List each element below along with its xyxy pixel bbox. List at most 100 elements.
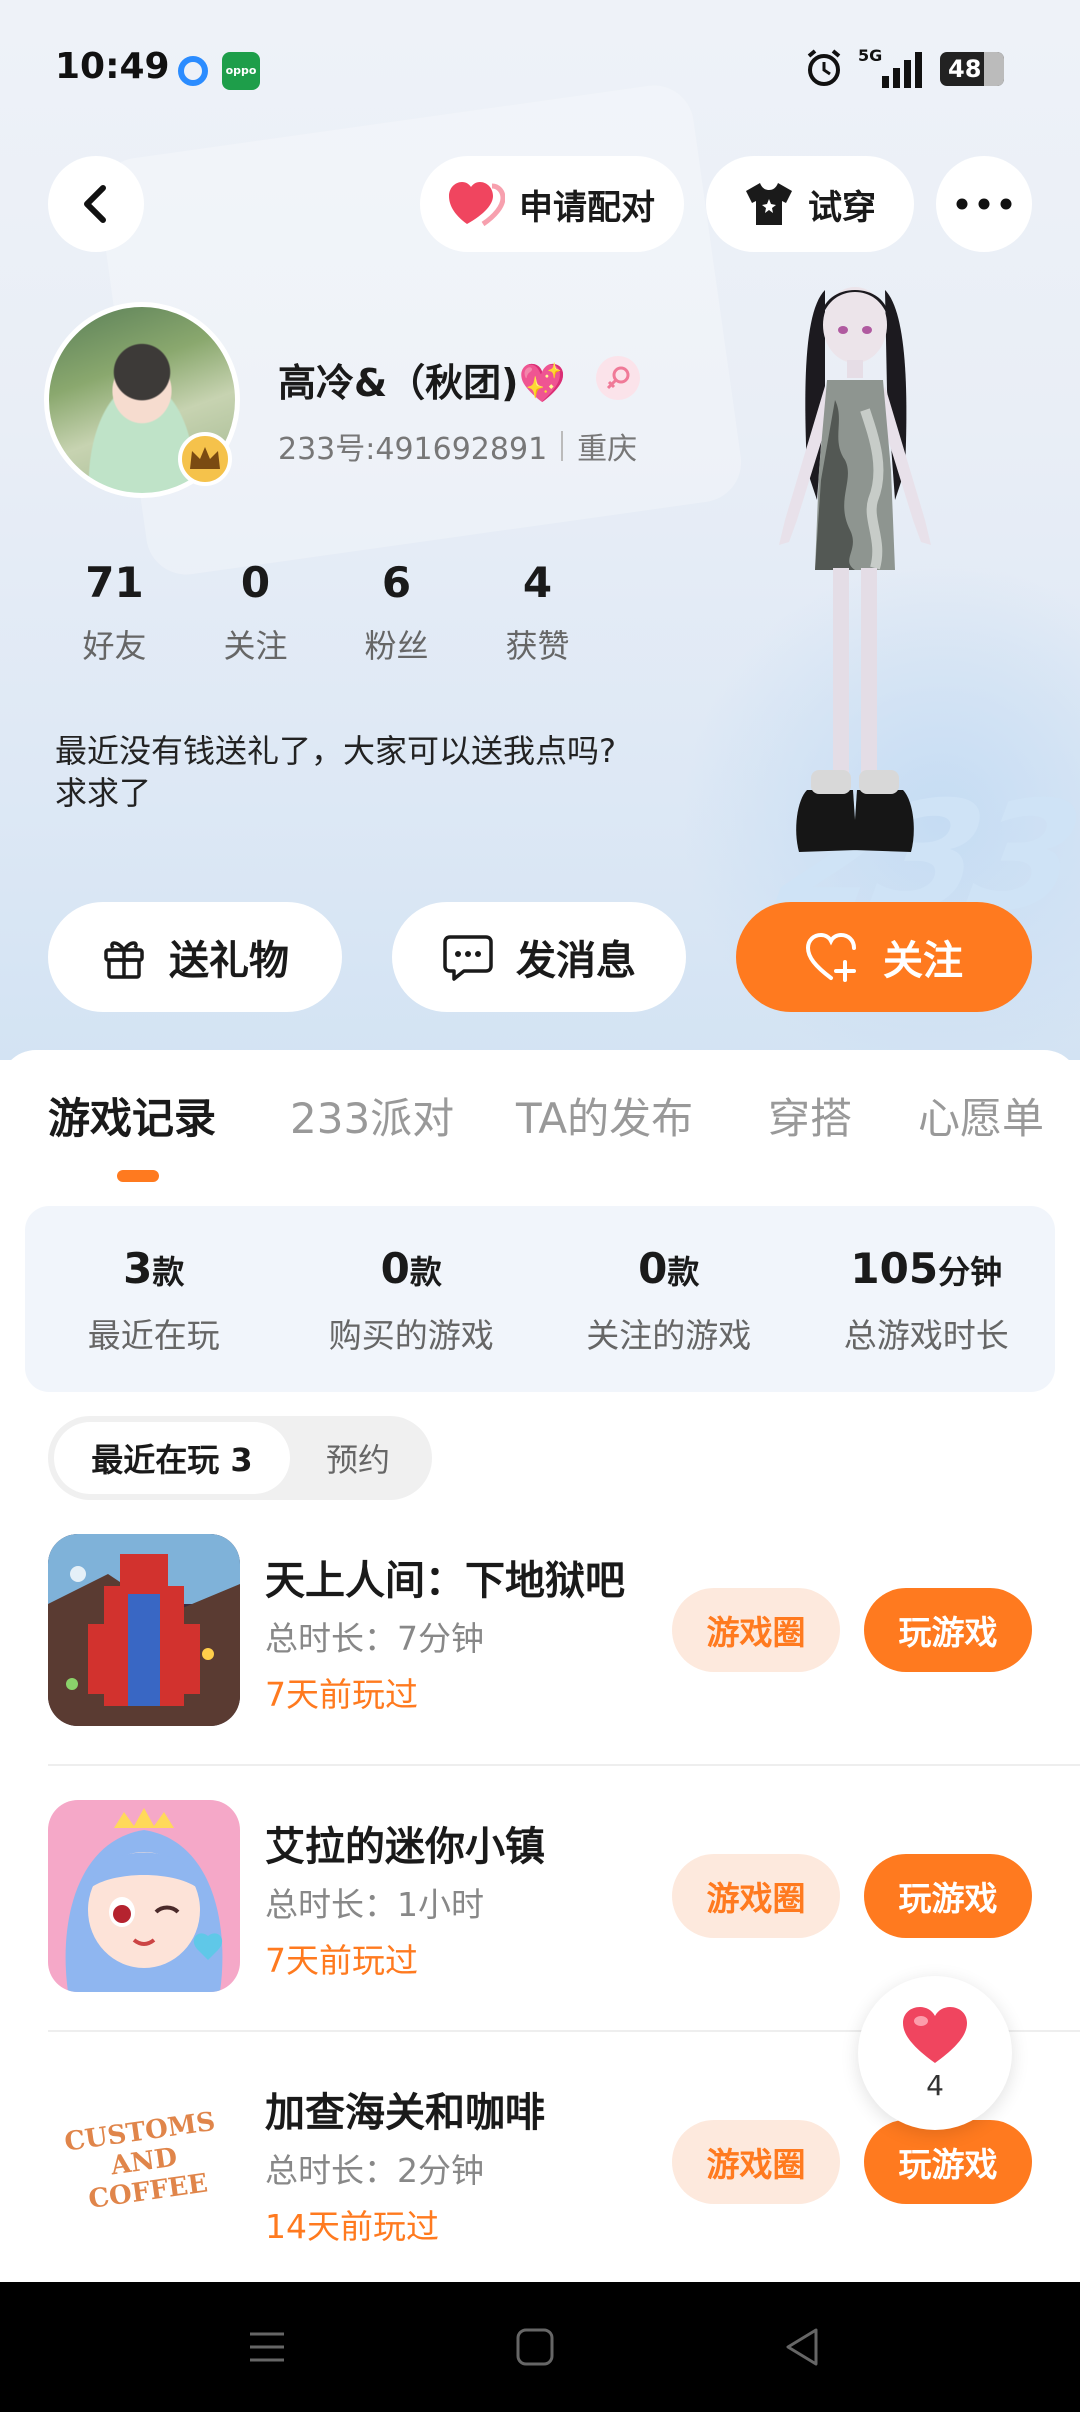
notification-app-icon — [178, 56, 208, 86]
battery-level: 48 — [948, 55, 982, 83]
menu-icon[interactable] — [244, 2324, 290, 2370]
tab-outfits[interactable]: 穿搭 — [768, 1085, 852, 1146]
uid-location-line: 233号:491692891 重庆 — [278, 424, 637, 468]
summary-value: 0 — [380, 1244, 410, 1293]
summary-label: 最近在玩 — [87, 1316, 220, 1355]
stat-following[interactable]: 0 关注 — [185, 558, 326, 667]
apply-pair-label: 申请配对 — [519, 187, 655, 228]
game-total-time: 总时长：1小时 — [265, 1885, 484, 1924]
status-bar: 10:49 oppo 5G 48 — [0, 0, 1080, 140]
summary-unit: 分钟 — [938, 1253, 1003, 1291]
send-gift-button[interactable]: 送礼物 — [48, 902, 342, 1012]
apply-pair-button[interactable]: 申请配对 — [420, 156, 684, 252]
stat-friends[interactable]: 71 好友 — [44, 558, 185, 667]
tab-game-records[interactable]: 游戏记录 — [48, 1085, 216, 1146]
game-subtabs: 最近在玩 3 预约 — [48, 1416, 432, 1500]
chat-bubble-icon — [443, 935, 493, 981]
summary-followed[interactable]: 0款 关注的游戏 — [540, 1206, 798, 1392]
tab-233-party[interactable]: 233派对 — [290, 1085, 454, 1146]
try-on-label: 试穿 — [808, 187, 876, 228]
game-name: 天上人间：下地狱吧 — [265, 1558, 625, 1604]
like-count: 4 — [926, 2068, 944, 2102]
game-last-played: 7天前玩过 — [265, 1675, 418, 1714]
username: 高冷&（秋团)💖 — [278, 361, 566, 405]
game-total-time: 总时长：7分钟 — [265, 1619, 484, 1658]
subtab-reserve[interactable]: 预约 — [290, 1422, 426, 1494]
send-message-label: 发消息 — [516, 938, 636, 984]
back-arrow-icon — [84, 185, 106, 223]
stat-likes[interactable]: 4 获赞 — [467, 558, 608, 667]
game-circle-button[interactable]: 游戏圈 — [672, 1854, 840, 1938]
divider — [48, 1764, 1080, 1766]
bio-line: 求求了 — [55, 774, 152, 812]
avatar-character-figure[interactable] — [745, 270, 965, 890]
stat-value: 6 — [381, 558, 412, 607]
summary-value: 105 — [850, 1244, 939, 1293]
list-item[interactable]: 天上人间：下地狱吧 总时长：7分钟 7天前玩过 游戏圈 玩游戏 — [0, 1534, 1080, 1798]
summary-unit: 款 — [667, 1253, 700, 1291]
user-id: 233号:491692891 — [278, 432, 548, 467]
tab-wishlist[interactable]: 心愿单 — [918, 1085, 1044, 1146]
game-last-played: 7天前玩过 — [265, 1941, 418, 1980]
stat-value: 71 — [85, 558, 144, 607]
play-game-button[interactable]: 玩游戏 — [864, 1854, 1032, 1938]
game-icon-customs-coffee: CUSTOMS AND COFFEE — [48, 2066, 240, 2258]
stat-label: 粉丝 — [364, 627, 429, 665]
tshirt-icon — [746, 183, 792, 225]
stat-label: 好友 — [82, 627, 147, 665]
status-time: 10:49 — [55, 46, 170, 87]
stat-value: 4 — [522, 558, 553, 607]
play-game-button[interactable]: 玩游戏 — [864, 1588, 1032, 1672]
stat-label: 获赞 — [505, 627, 570, 665]
game-name: 加查海关和咖啡 — [265, 2090, 545, 2136]
alarm-icon — [807, 49, 841, 86]
bio-line: 最近没有钱送礼了，大家可以送我点吗? — [55, 732, 616, 770]
summary-label: 总游戏时长 — [843, 1316, 1009, 1355]
summary-label: 关注的游戏 — [586, 1316, 752, 1355]
double-heart-icon — [449, 182, 505, 227]
summary-value: 0 — [638, 1244, 668, 1293]
floating-like-button[interactable]: 4 — [858, 1976, 1012, 2130]
heart-icon — [903, 2006, 967, 2063]
game-icon-logo-text: CUSTOMS AND COFFEE — [62, 2106, 218, 2215]
stat-value: 0 — [240, 558, 271, 607]
crown-icon — [178, 432, 232, 486]
game-circle-button[interactable]: 游戏圈 — [672, 2120, 840, 2204]
game-total-time: 总时长：2分钟 — [265, 2151, 484, 2190]
summary-unit: 款 — [409, 1253, 442, 1291]
back-triangle-icon[interactable] — [780, 2324, 826, 2370]
game-name: 艾拉的迷你小镇 — [265, 1824, 545, 1870]
tab-ta-posts[interactable]: TA的发布 — [516, 1085, 693, 1146]
system-navigation-bar — [0, 2282, 1080, 2412]
follow-button[interactable]: 关注 — [736, 902, 1032, 1012]
summary-total-time[interactable]: 105分钟 总游戏时长 — [798, 1206, 1056, 1392]
game-icon-heaven-hell — [48, 1534, 240, 1726]
game-circle-button[interactable]: 游戏圈 — [672, 1588, 840, 1672]
active-tab-indicator — [117, 1170, 159, 1182]
summary-recent[interactable]: 3款 最近在玩 — [25, 1206, 283, 1392]
signal-icon — [882, 52, 922, 88]
gift-icon — [104, 941, 144, 979]
play-game-button[interactable]: 玩游戏 — [864, 2120, 1032, 2204]
stat-label: 关注 — [223, 627, 288, 665]
battery-icon: 48 — [940, 52, 1004, 86]
summary-label: 购买的游戏 — [328, 1316, 494, 1355]
try-on-button[interactable]: 试穿 — [706, 156, 914, 252]
game-icon-ella-town — [48, 1800, 240, 1992]
subtab-recent[interactable]: 最近在玩 3 — [54, 1422, 290, 1494]
more-button[interactable] — [936, 156, 1032, 252]
profile-stats: 71 好友 0 关注 6 粉丝 4 获赞 — [44, 558, 608, 667]
network-type: 5G — [858, 46, 883, 65]
game-last-played: 14天前玩过 — [265, 2207, 439, 2246]
oppo-app-icon: oppo — [222, 52, 260, 90]
summary-purchased[interactable]: 0款 购买的游戏 — [283, 1206, 541, 1392]
game-summary: 3款 最近在玩 0款 购买的游戏 0款 关注的游戏 105分钟 总游戏时长 — [25, 1206, 1055, 1392]
female-gender-icon — [596, 356, 640, 400]
summary-value: 3 — [123, 1244, 153, 1293]
send-message-button[interactable]: 发消息 — [392, 902, 686, 1012]
stat-fans[interactable]: 6 粉丝 — [326, 558, 467, 667]
back-button[interactable] — [48, 156, 144, 252]
home-icon[interactable] — [512, 2324, 558, 2370]
heart-plus-icon — [805, 932, 856, 982]
summary-unit: 款 — [152, 1253, 185, 1291]
